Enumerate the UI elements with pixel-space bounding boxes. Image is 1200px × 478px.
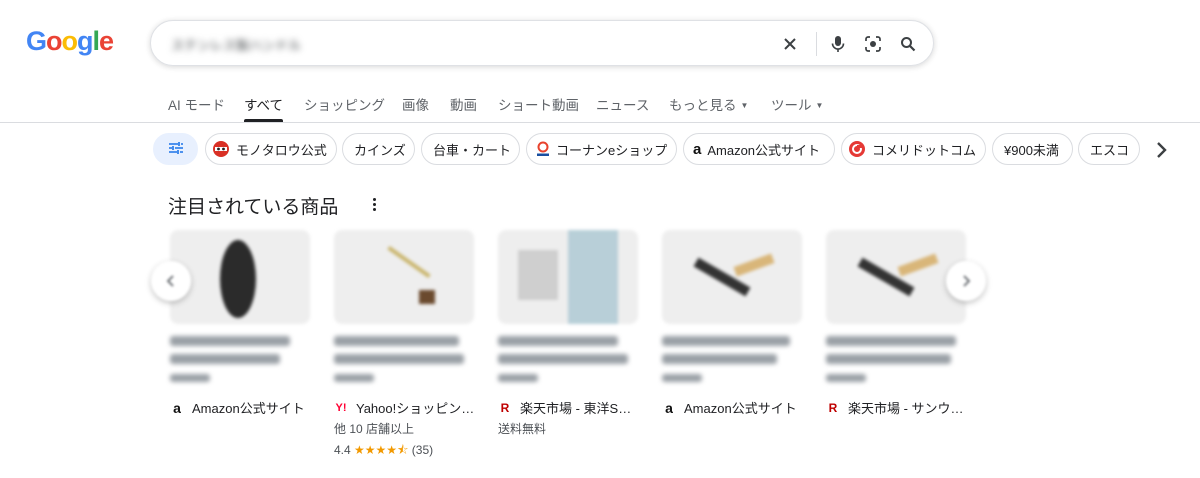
tab-images[interactable]: 画像 — [402, 94, 429, 114]
product-card[interactable]: a Amazon公式サイト — [662, 230, 812, 416]
rating-row: 4.4 ★★★★⯪ (35) — [334, 441, 433, 462]
more-options-icon[interactable] — [368, 196, 380, 212]
product-title-blurred — [334, 354, 464, 364]
product-card[interactable]: a Amazon公式サイト — [170, 230, 320, 416]
chip-label: カインズ — [354, 142, 406, 158]
tab-more[interactable]: もっと見る ▼ — [669, 94, 748, 114]
tab-videos[interactable]: 動画 — [450, 94, 477, 114]
caret-down-icon: ▼ — [740, 101, 749, 110]
product-title-blurred — [498, 336, 618, 346]
merchant: a Amazon公式サイト — [662, 398, 797, 417]
merchant-name: 楽天市場 - サンウ… — [848, 401, 964, 416]
product-price-blurred — [498, 374, 538, 382]
product-title-blurred — [662, 336, 790, 346]
chip-label: コメリドットコム — [872, 142, 977, 158]
search-input[interactable]: ステンレス製ハンドル — [171, 35, 301, 54]
product-title-blurred — [826, 354, 951, 364]
merchant-name: 楽天市場 - 東洋S… — [520, 401, 632, 416]
product-image — [170, 230, 310, 324]
tune-icon — [168, 141, 184, 158]
shipping-info: 送料無料 — [498, 422, 547, 436]
store-count: 他 10 店舗以上 — [334, 422, 415, 436]
carousel-prev-button[interactable] — [151, 261, 191, 301]
product-title-blurred — [662, 354, 777, 364]
google-logo[interactable]: Google — [26, 26, 114, 57]
merchant: Y! Yahoo!ショッピン… — [334, 398, 475, 417]
chip-label: モノタロウ公式 — [236, 142, 327, 158]
product-card[interactable]: Y! Yahoo!ショッピン… 他 10 店舗以上 4.4 ★★★★⯪ (35) — [334, 230, 484, 457]
divider — [816, 32, 817, 56]
product-card[interactable]: R 楽天市場 - 東洋S… 送料無料 — [498, 230, 648, 436]
chip-label: 台車・カート — [433, 142, 512, 158]
chip-kohnan[interactable]: コーナンeショップ — [526, 133, 677, 165]
merchant-name: Amazon公式サイト — [192, 401, 305, 416]
kohnan-icon — [536, 141, 550, 157]
rakuten-icon: R — [500, 400, 510, 415]
amazon-icon: a — [665, 399, 673, 416]
product-price-blurred — [826, 374, 866, 382]
carousel-next-button[interactable] — [946, 261, 986, 301]
tabs-divider — [0, 122, 1200, 123]
chip-label: Amazon公式サイト — [707, 142, 821, 158]
product-image — [498, 230, 638, 324]
chip-esco[interactable]: エスコ — [1078, 133, 1140, 165]
chip-label: コーナンeショップ — [556, 142, 668, 158]
tab-all[interactable]: すべて — [244, 94, 284, 122]
product-image — [662, 230, 802, 324]
chevron-right-icon — [963, 275, 971, 287]
merchant: R 楽天市場 - サンウ… — [826, 398, 964, 417]
chip-monotaro[interactable]: モノタロウ公式 — [205, 133, 337, 165]
tab-shopping[interactable]: ショッピング — [304, 94, 385, 114]
tab-news[interactable]: ニュース — [596, 94, 649, 114]
amazon-icon: a — [173, 399, 181, 416]
product-image — [334, 230, 474, 324]
yahoo-icon: Y! — [335, 401, 347, 414]
product-title-blurred — [170, 354, 280, 364]
chip-label: エスコ — [1090, 142, 1130, 158]
lens-icon[interactable] — [862, 33, 884, 55]
merchant: R 楽天市場 - 東洋S… — [498, 398, 632, 417]
rating-value: 4.4 — [334, 443, 351, 457]
product-price-blurred — [334, 374, 374, 382]
tab-short-videos[interactable]: ショート動画 — [498, 94, 579, 114]
product-title-blurred — [498, 354, 628, 364]
merchant: a Amazon公式サイト — [170, 398, 305, 417]
tab-ai-mode[interactable]: AI モード — [168, 94, 225, 114]
product-title-blurred — [334, 336, 459, 346]
filter-chip[interactable] — [153, 133, 198, 165]
chips-scroll-right-icon[interactable] — [1152, 140, 1170, 164]
product-title-blurred — [170, 336, 290, 346]
review-count: (35) — [411, 443, 434, 457]
product-price-blurred — [170, 374, 210, 382]
merchant-name: Yahoo!ショッピン… — [356, 401, 475, 416]
rakuten-icon: R — [828, 400, 838, 415]
section-title: 注目されている商品 — [168, 197, 339, 218]
monotaro-icon — [212, 140, 230, 158]
product-title-blurred — [826, 336, 956, 346]
chip-komeri[interactable]: コメリドットコム — [841, 133, 986, 165]
merchant-name: Amazon公式サイト — [684, 401, 797, 416]
search-box[interactable]: ステンレス製ハンドル — [150, 20, 934, 66]
rating-stars-icon: ★★★★⯪ — [354, 443, 409, 457]
close-icon[interactable] — [779, 33, 801, 55]
chip-amazon[interactable]: a Amazon公式サイト — [683, 133, 835, 165]
chevron-left-icon — [166, 275, 174, 287]
search-icon[interactable] — [897, 33, 919, 55]
mic-icon[interactable] — [827, 33, 849, 55]
chip-price[interactable]: ¥900未満 — [992, 133, 1073, 165]
product-image — [826, 230, 966, 324]
chip-cart[interactable]: 台車・カート — [421, 133, 520, 165]
chip-cainz[interactable]: カインズ — [342, 133, 415, 165]
tab-tools-label: ツール — [771, 98, 812, 113]
product-price-blurred — [662, 374, 702, 382]
caret-down-icon: ▼ — [815, 101, 824, 110]
amazon-icon: a — [693, 140, 702, 158]
tab-tools[interactable]: ツール ▼ — [771, 94, 823, 114]
chip-label: ¥900未満 — [1004, 142, 1059, 158]
komeri-icon — [848, 140, 866, 158]
tab-more-label: もっと見る — [669, 98, 737, 113]
